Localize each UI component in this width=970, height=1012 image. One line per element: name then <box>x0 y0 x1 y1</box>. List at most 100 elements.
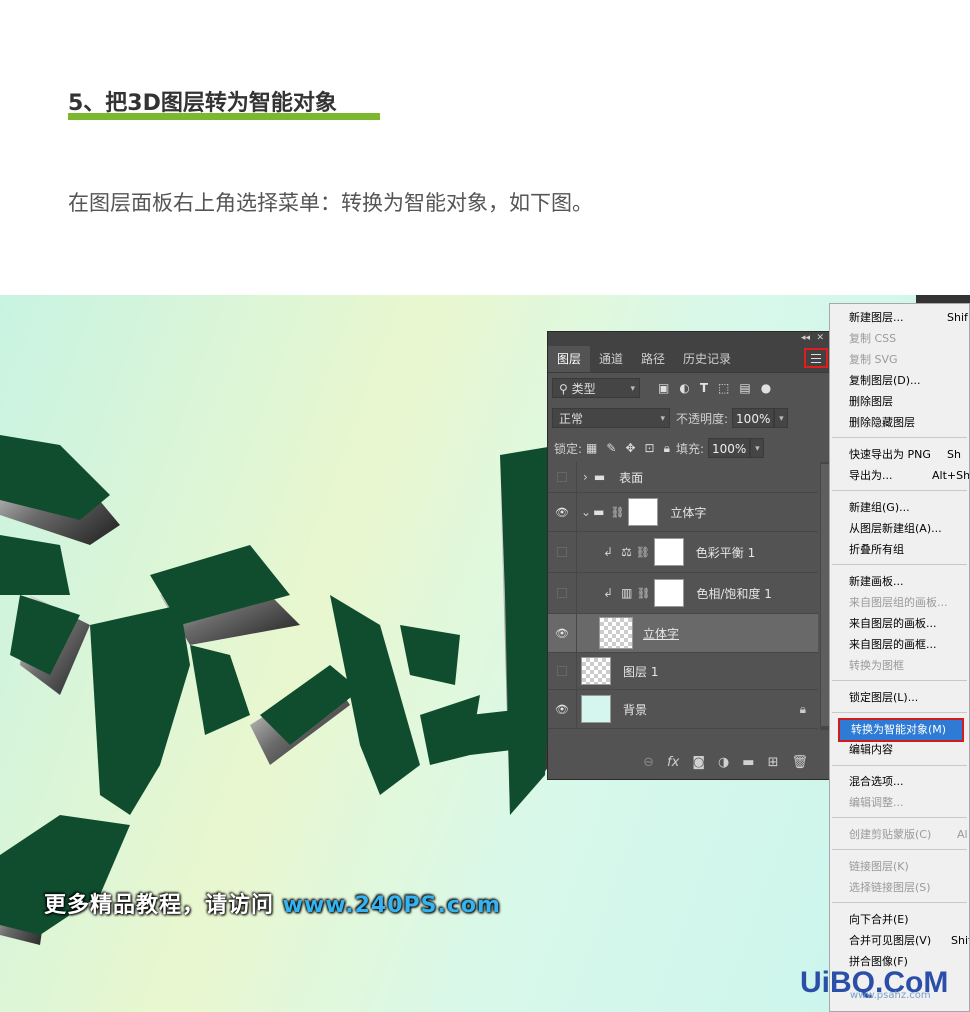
fx-icon[interactable]: fx <box>667 755 679 770</box>
menu-item-collapse-groups[interactable]: 折叠所有组 <box>849 541 904 559</box>
menu-item-quick-export[interactable]: 快速导出为 PNG <box>849 446 931 464</box>
visibility-toggle[interactable] <box>548 532 577 572</box>
visibility-toggle[interactable] <box>548 653 577 689</box>
tab-channels[interactable]: 通道 <box>590 346 632 372</box>
layer-row[interactable]: ↲ ▥ ⛓︎ 色相/饱和度 1 <box>548 573 818 614</box>
panel-flyout-menu: 新建图层... Shif 复制 CSS 复制 SVG 复制图层(D)... 删除… <box>829 303 970 1012</box>
chain-link-icon: ⛓︎ <box>610 505 625 519</box>
new-layer-icon[interactable]: ⊞ <box>768 755 779 770</box>
collapse-icon[interactable]: ◂◂ <box>801 332 810 344</box>
filter-toggle-icon[interactable]: ● <box>761 381 771 395</box>
promo-url[interactable]: www.240PS.com <box>283 893 501 918</box>
layer-thumbnail[interactable] <box>581 657 611 685</box>
layer-row[interactable]: 👁︎ 背景 🔒︎ <box>548 690 818 729</box>
menu-item-lock-layers[interactable]: 锁定图层(L)... <box>849 689 918 707</box>
lock-brush-icon[interactable]: ✎ <box>606 441 616 456</box>
menu-item-copy-css[interactable]: 复制 CSS <box>849 330 896 348</box>
chevron-down-icon: ▾ <box>660 414 665 424</box>
fill-label: 填充: <box>675 441 705 456</box>
adjustment-filter-icon[interactable]: ◐ <box>679 381 689 395</box>
lock-transparency-icon[interactable]: ▦ <box>586 441 597 456</box>
chevron-down-icon[interactable]: ⌄ <box>581 505 591 519</box>
smart-object-filter-icon[interactable]: ▤ <box>739 381 750 395</box>
menu-item-copy-svg[interactable]: 复制 SVG <box>849 351 898 369</box>
chevron-down-icon: ▾ <box>630 384 635 394</box>
scrollbar-thumb[interactable] <box>821 464 829 726</box>
menu-item-new-group[interactable]: 新建组(G)... <box>849 499 910 517</box>
layer-name: 图层 1 <box>623 664 659 679</box>
lock-artboard-icon[interactable]: ⊡ <box>645 441 655 456</box>
opacity-input[interactable]: 100% <box>732 408 775 428</box>
layer-filter-select[interactable]: ⚲ 类型 ▾ <box>552 378 640 398</box>
color-balance-icon: ⚖︎ <box>621 545 632 559</box>
adjustment-layer-icon[interactable]: ◑ <box>718 755 729 770</box>
menu-item-delete-hidden[interactable]: 删除隐藏图层 <box>849 414 915 432</box>
fill-input[interactable]: 100% <box>708 438 751 458</box>
menu-item-artboard-from-group[interactable]: 来自图层组的画板... <box>849 594 948 612</box>
shape-filter-icon[interactable]: ⬚ <box>718 381 729 395</box>
image-filter-icon[interactable]: ▣ <box>658 381 669 395</box>
clip-arrow-icon: ↲ <box>603 586 614 600</box>
eye-icon[interactable]: 👁︎ <box>548 614 577 652</box>
opacity-dropdown[interactable]: ▾ <box>774 408 789 428</box>
visibility-toggle[interactable] <box>548 462 577 492</box>
menu-item-frame-from-layers[interactable]: 来自图层的画框... <box>849 636 937 654</box>
menu-item-group-from-layers[interactable]: 从图层新建组(A)... <box>849 520 942 538</box>
panel-menu-button[interactable] <box>804 348 828 368</box>
layer-name: 色彩平衡 1 <box>695 545 756 560</box>
site-watermark-url: www.psahz.com <box>850 990 931 1001</box>
menu-item-new-layer[interactable]: 新建图层... <box>849 309 904 327</box>
eye-icon[interactable]: 👁︎ <box>548 690 577 728</box>
blend-row: 正常 ▾ 不透明度: 100% ▾ <box>548 403 830 433</box>
visibility-toggle[interactable] <box>548 573 577 613</box>
lock-label: 锁定: <box>554 441 583 456</box>
new-group-icon[interactable]: ▬ <box>742 755 754 770</box>
menu-item-edit-adjustment[interactable]: 编辑调整... <box>849 794 904 812</box>
link-layers-icon[interactable]: ⊖ <box>643 755 654 770</box>
layers-panel: ◂◂ ✕ 图层 通道 路径 历史记录 ⚲ 类型 ▾ ▣ ◐ T ⬚ ▤ ● 正常… <box>547 331 831 780</box>
menu-item-blending-options[interactable]: 混合选项... <box>849 773 904 791</box>
menu-separator <box>832 437 967 438</box>
menu-item-merge-visible[interactable]: 合并可见图层(V) <box>849 932 931 950</box>
promo-banner: 更多精品教程，请访问 www.240PS.com <box>44 887 501 919</box>
layer-row[interactable]: ↲ ⚖︎ ⛓︎ 色彩平衡 1 <box>548 532 818 573</box>
chevron-right-icon[interactable]: › <box>583 470 588 484</box>
layer-row-selected[interactable]: 👁︎ 立体字 <box>548 614 818 653</box>
trash-icon[interactable]: 🗑︎ <box>791 755 808 770</box>
layer-row[interactable]: 图层 1 <box>548 653 818 690</box>
menu-item-select-linked[interactable]: 选择链接图层(S) <box>849 879 931 897</box>
menu-shortcut: Al <box>957 828 968 841</box>
menu-item-new-artboard[interactable]: 新建画板... <box>849 573 904 591</box>
add-mask-icon[interactable]: ◙ <box>692 755 705 770</box>
menu-item-create-clipping-mask[interactable]: 创建剪贴蒙版(C) <box>849 826 931 844</box>
type-filter-icon[interactable]: T <box>700 381 708 395</box>
menu-separator <box>832 490 967 491</box>
menu-item-convert-to-smart-object[interactable]: 转换为智能对象(M) <box>838 718 964 742</box>
layer-thumbnail[interactable] <box>599 617 633 649</box>
adjustment-mask-thumbnail[interactable] <box>653 538 684 566</box>
filter-icons: ▣ ◐ T ⬚ ▤ ● <box>658 381 771 395</box>
eye-icon[interactable]: 👁︎ <box>548 493 577 531</box>
menu-item-edit-contents[interactable]: 编辑内容 <box>849 741 893 759</box>
menu-item-link-layers[interactable]: 链接图层(K) <box>849 858 909 876</box>
menu-separator <box>832 849 967 850</box>
blend-mode-select[interactable]: 正常 ▾ <box>552 408 670 428</box>
tab-history[interactable]: 历史记录 <box>674 346 740 372</box>
tab-layers[interactable]: 图层 <box>548 346 591 372</box>
menu-item-merge-down[interactable]: 向下合并(E) <box>849 911 909 929</box>
layer-row[interactable]: 👁︎ ⌄ ▬ ⛓︎ 立体字 <box>548 493 818 532</box>
menu-item-artboard-from-layers[interactable]: 来自图层的画板... <box>849 615 937 633</box>
layer-mask-thumbnail[interactable] <box>628 498 659 526</box>
menu-item-export-as[interactable]: 导出为... <box>849 467 893 485</box>
layer-thumbnail[interactable] <box>581 695 611 723</box>
lock-move-icon[interactable]: ✥ <box>625 441 635 456</box>
close-icon[interactable]: ✕ <box>816 332 824 344</box>
layer-row[interactable]: › ▬ 表面 <box>548 462 818 493</box>
adjustment-mask-thumbnail[interactable] <box>654 579 685 607</box>
menu-item-duplicate-layer[interactable]: 复制图层(D)... <box>849 372 921 390</box>
menu-item-delete-layer[interactable]: 删除图层 <box>849 393 893 411</box>
tab-paths[interactable]: 路径 <box>632 346 674 372</box>
lock-all-icon[interactable]: 🔒︎ <box>664 441 670 456</box>
menu-item-convert-to-frame[interactable]: 转换为图框 <box>849 657 904 675</box>
fill-dropdown[interactable]: ▾ <box>750 438 765 458</box>
